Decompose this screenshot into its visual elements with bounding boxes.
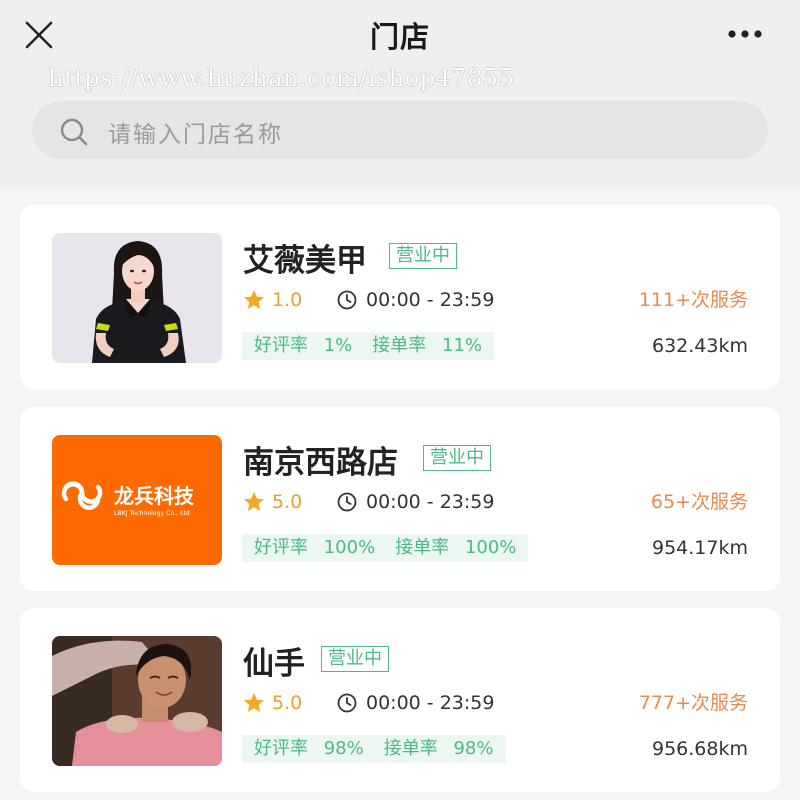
rating-value: 5.0: [272, 692, 303, 714]
hours-text: 00:00 - 23:59: [366, 289, 495, 311]
store-image: [52, 233, 222, 363]
clock-icon: [337, 290, 357, 310]
page-title: 门店: [369, 20, 430, 54]
rate-stats: 好评率 100% 接单率 100%: [242, 534, 529, 562]
service-count: 65+次服务: [650, 491, 748, 513]
rating-value: 5.0: [272, 491, 303, 513]
logo-text: 龙兵科技: [114, 484, 195, 508]
business-hours: 00:00 - 23:59: [336, 287, 494, 313]
rating-value: 1.0: [272, 289, 303, 311]
more-horizontal-icon: [728, 30, 762, 38]
more-button[interactable]: [726, 26, 766, 42]
good-rate-label: 好评率: [254, 537, 308, 558]
business-hours: 00:00 - 23:59: [336, 690, 494, 716]
clock-icon: [337, 492, 357, 512]
hours-text: 00:00 - 23:59: [366, 491, 495, 513]
logo-subtext: LBKJ Technology Co., Ltd: [114, 510, 190, 517]
store-card[interactable]: 艾薇美甲 营业中 1.0 00:00 - 23:59 111+次服务 好评率 1…: [20, 205, 780, 389]
accept-rate-value: 11%: [442, 335, 483, 356]
store-card[interactable]: 龙兵科技 LBKJ Technology Co., Ltd 南京西路店 营业中 …: [20, 407, 780, 591]
rate-stats: 好评率 98% 接单率 98%: [242, 735, 506, 763]
accept-rate-label: 接单率: [383, 738, 438, 759]
good-rate-label: 好评率: [254, 335, 308, 356]
good-rate-value: 100%: [323, 537, 376, 558]
rating: 5.0: [242, 690, 302, 716]
store-image: [52, 636, 222, 766]
distance: 954.17km: [652, 537, 748, 559]
store-list: 艾薇美甲 营业中 1.0 00:00 - 23:59 111+次服务 好评率 1…: [0, 188, 800, 800]
clock-icon: [337, 693, 357, 713]
rate-stats: 好评率 1% 接单率 11%: [242, 332, 495, 360]
accept-rate-value: 98%: [453, 738, 494, 759]
accept-rate-label: 接单率: [372, 335, 427, 356]
good-rate-value: 1%: [323, 335, 353, 356]
star-icon: [244, 290, 264, 309]
good-rate-value: 98%: [323, 738, 364, 759]
header: 门店 https://www.huzhan.com/ishop47855 请输入…: [0, 0, 800, 190]
distance: 632.43km: [652, 335, 748, 357]
rating: 5.0: [242, 489, 302, 515]
store-name: 艾薇美甲: [243, 243, 367, 279]
distance: 956.68km: [652, 738, 748, 760]
search-icon: [60, 118, 88, 146]
star-icon: [244, 492, 264, 511]
business-hours: 00:00 - 23:59: [336, 489, 494, 515]
status-badge: 营业中: [321, 646, 389, 672]
service-count: 111+次服务: [638, 289, 748, 311]
store-name: 南京西路店: [243, 445, 398, 481]
store-image: 龙兵科技 LBKJ Technology Co., Ltd: [52, 435, 222, 565]
status-badge: 营业中: [389, 243, 457, 269]
rating: 1.0: [242, 287, 302, 313]
status-badge: 营业中: [423, 445, 491, 471]
good-rate-label: 好评率: [254, 738, 308, 759]
service-count: 777+次服务: [638, 692, 748, 714]
store-name: 仙手: [243, 646, 305, 682]
accept-rate-value: 100%: [464, 537, 517, 558]
search-placeholder: 请输入门店名称: [108, 122, 283, 148]
star-icon: [244, 693, 264, 712]
watermark-text: https://www.huzhan.com/ishop47855: [48, 64, 515, 92]
nav-bar: 门店: [0, 0, 800, 72]
search-input[interactable]: 请输入门店名称: [32, 101, 768, 159]
hours-text: 00:00 - 23:59: [366, 692, 495, 714]
store-card[interactable]: 仙手 营业中 5.0 00:00 - 23:59 777+次服务 好评率 98%…: [20, 608, 780, 792]
accept-rate-label: 接单率: [395, 537, 450, 558]
